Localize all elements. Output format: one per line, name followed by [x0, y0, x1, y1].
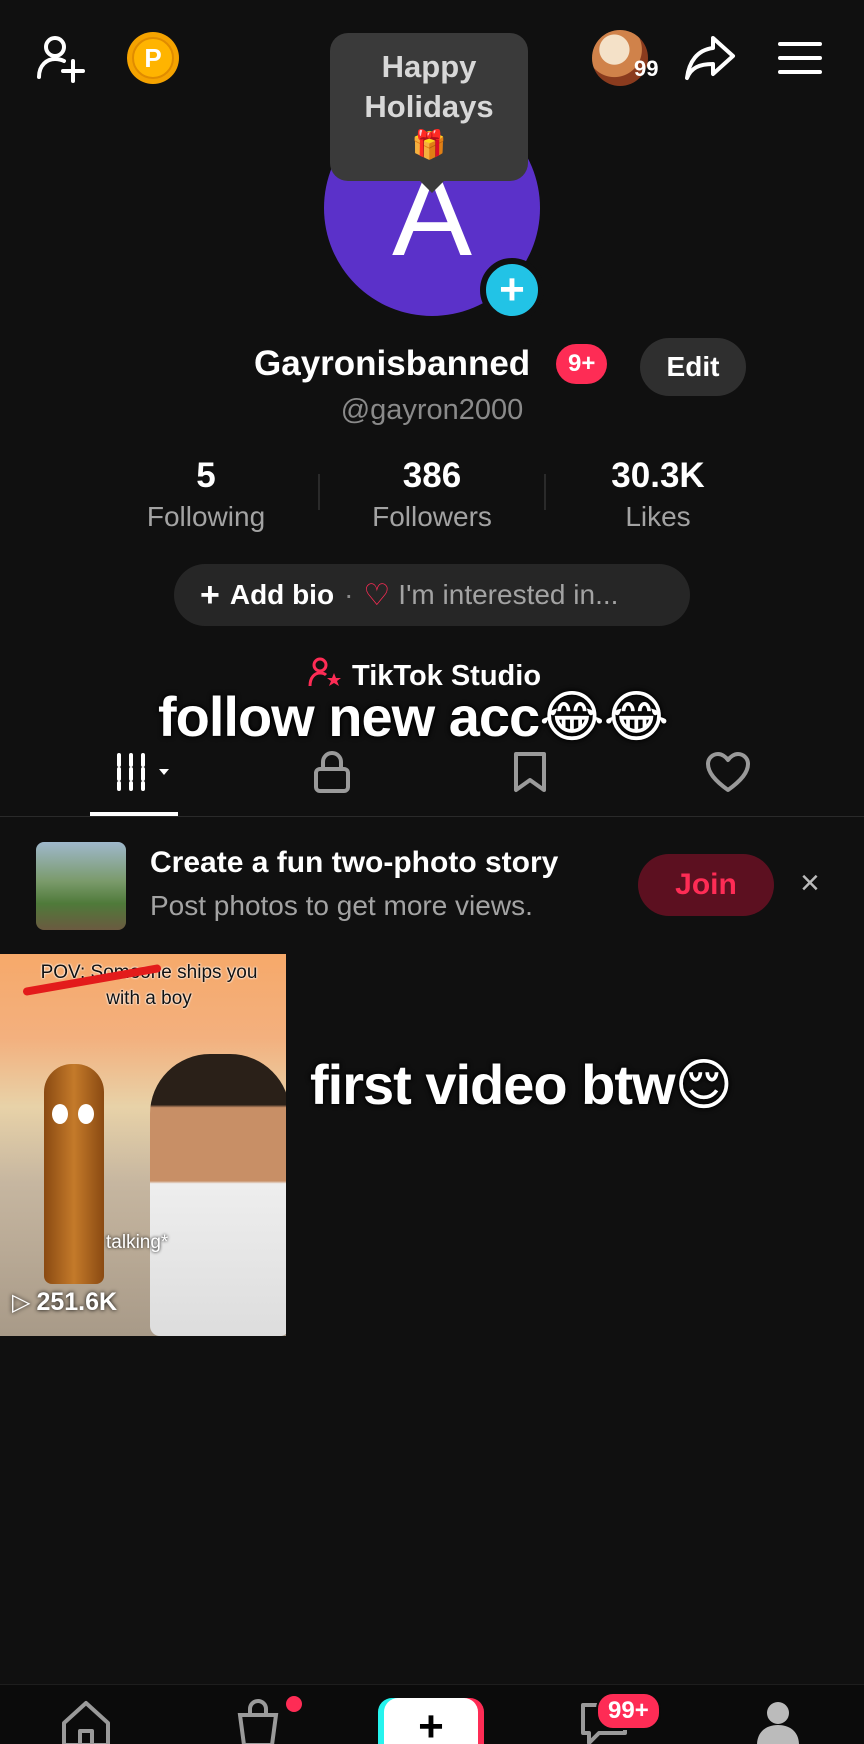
- coin-icon[interactable]: P: [127, 32, 179, 84]
- notification-badge[interactable]: 9+: [556, 344, 608, 384]
- plus-icon: +: [200, 575, 220, 614]
- tab-liked[interactable]: [678, 736, 778, 808]
- join-button[interactable]: Join: [638, 854, 774, 916]
- likes-label: Likes: [625, 501, 691, 532]
- tabs-divider: [0, 816, 864, 817]
- followers-label: Followers: [372, 501, 492, 532]
- coin-label: P: [132, 37, 174, 79]
- following-label: Following: [146, 501, 266, 532]
- promo-title: Create a fun two-photo story: [150, 846, 559, 879]
- video-figure: [44, 1064, 104, 1284]
- shop-notification-dot: [286, 1696, 302, 1712]
- heart-icon: ♡: [363, 578, 391, 612]
- profile-handle: @gayron2000: [340, 394, 524, 426]
- likes-count: 30.3K: [611, 456, 705, 495]
- overlay-caption-follow: follow new acc😂😂: [158, 685, 669, 748]
- nav-profile-icon[interactable]: [738, 1699, 818, 1744]
- close-icon[interactable]: ×: [800, 864, 820, 903]
- profile-screen: P 99 A + Happy Holidays 🎁 Gayronisbanned…: [0, 0, 864, 1744]
- holiday-tooltip: Happy Holidays 🎁: [330, 33, 528, 193]
- following-count: 5: [196, 456, 216, 495]
- followers-count: 386: [402, 456, 462, 495]
- inbox-badge: 99+: [596, 1692, 661, 1730]
- menu-icon[interactable]: [772, 30, 828, 86]
- stat-divider: [318, 474, 320, 510]
- nav-home-icon[interactable]: [46, 1699, 126, 1744]
- two-photo-story-promo[interactable]: Create a fun two-photo story Post photos…: [0, 822, 864, 942]
- tooltip-line2: Holidays: [364, 89, 494, 124]
- bio-pill[interactable]: + Add bio · ♡ I'm interested in...: [174, 564, 690, 626]
- add-bio-label: Add bio: [229, 579, 335, 610]
- play-icon: ▷: [12, 1289, 31, 1316]
- create-button[interactable]: +: [384, 1698, 478, 1744]
- video-person: [150, 1054, 286, 1336]
- share-icon[interactable]: [680, 28, 740, 88]
- overlay-caption-first-video: first video btw😌: [310, 1053, 733, 1116]
- stat-divider: [544, 474, 546, 510]
- add-friend-icon[interactable]: [30, 28, 92, 90]
- interests-label: I'm interested in...: [398, 579, 619, 610]
- add-story-icon[interactable]: +: [480, 258, 544, 322]
- view-count: 251.6K: [36, 1288, 118, 1316]
- video-views: ▷ 251.6K: [12, 1288, 117, 1317]
- profile-username: Gayronisbanned: [254, 344, 531, 383]
- stat-following[interactable]: 5 Following: [96, 454, 316, 536]
- name-row: Gayronisbanned 9+ Edit: [0, 338, 864, 396]
- promo-thumbnail: [36, 842, 126, 930]
- bio-separator: ·: [344, 579, 354, 610]
- promo-subtitle: Post photos to get more views.: [150, 890, 533, 921]
- stat-likes[interactable]: 30.3K Likes: [548, 454, 768, 536]
- video-thumbnail[interactable]: POV: Someone ships you with a boy talkin…: [0, 954, 286, 1336]
- gift-icon: 🎁: [411, 129, 447, 160]
- stat-followers[interactable]: 386 Followers: [322, 454, 542, 536]
- story-count: 99: [634, 56, 659, 81]
- tooltip-line1: Happy: [381, 49, 477, 84]
- edit-profile-button[interactable]: Edit: [640, 338, 746, 396]
- video-overlay-text: talking*: [106, 1232, 169, 1253]
